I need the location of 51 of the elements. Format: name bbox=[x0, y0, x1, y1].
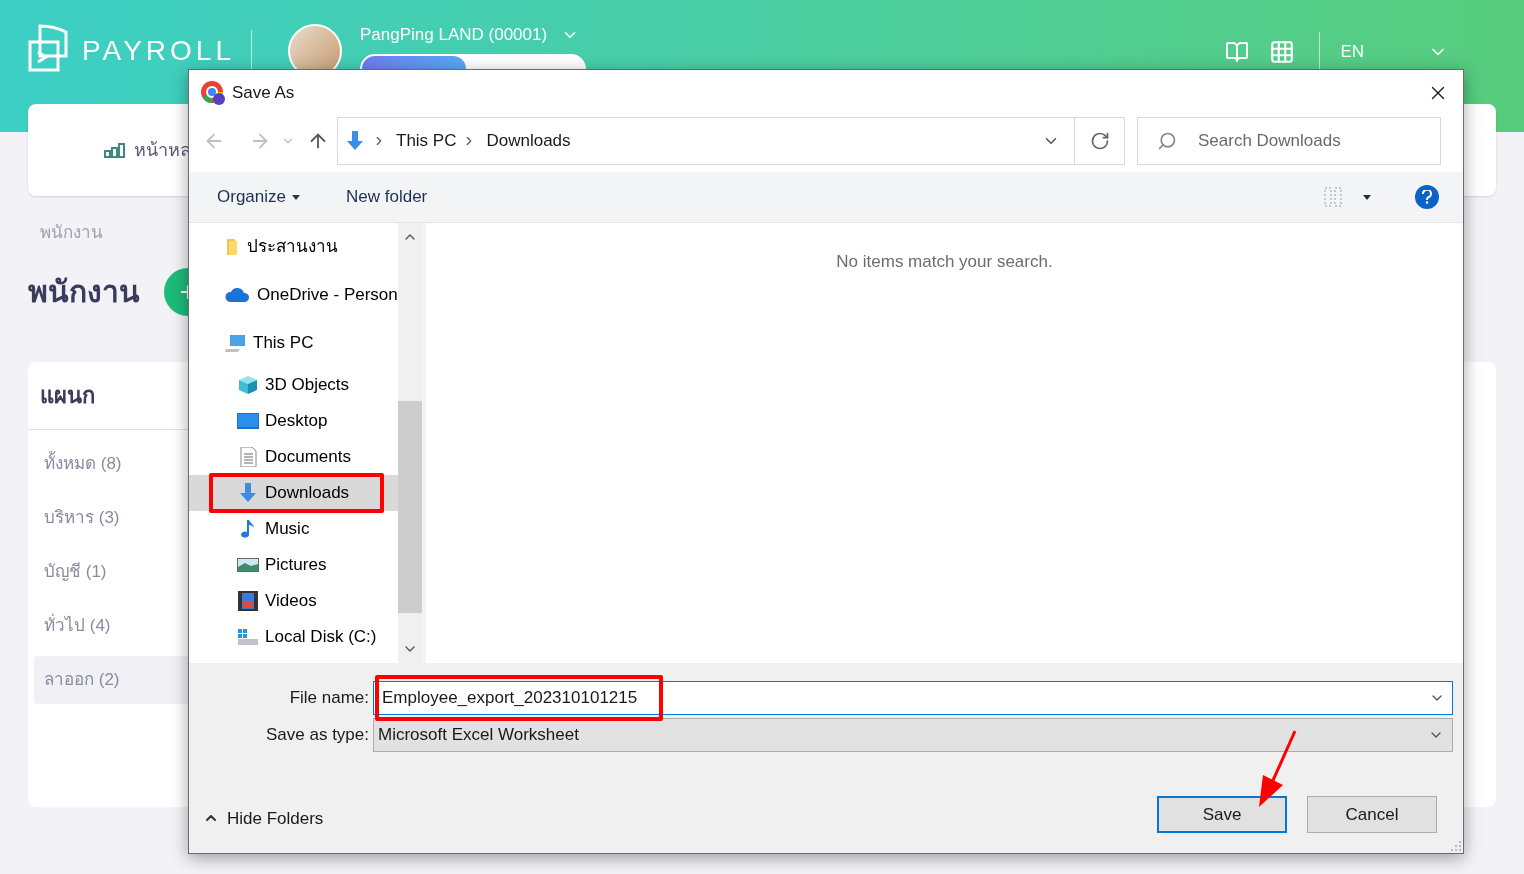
chrome-icon bbox=[200, 80, 226, 106]
breadcrumb-item[interactable]: Downloads bbox=[486, 128, 571, 154]
caret-icon bbox=[292, 194, 300, 200]
folder-tree-item[interactable]: Videos bbox=[189, 583, 398, 619]
save-button[interactable]: Save bbox=[1157, 796, 1287, 833]
page-title: พนักงาน bbox=[28, 274, 140, 310]
folder-tree-item[interactable]: Pictures bbox=[189, 547, 398, 583]
disk-drive-icon bbox=[237, 627, 259, 647]
folder-tree-item[interactable]: Downloads bbox=[189, 475, 398, 511]
cancel-button[interactable]: Cancel bbox=[1307, 796, 1437, 833]
desktop-icon bbox=[237, 411, 259, 431]
document-icon bbox=[237, 447, 259, 467]
picture-icon bbox=[237, 555, 259, 575]
cloud-icon bbox=[225, 287, 251, 303]
caret-icon[interactable] bbox=[1363, 194, 1371, 200]
bar-chart-icon bbox=[104, 142, 126, 158]
breadcrumb-item[interactable]: This PC bbox=[396, 128, 457, 154]
empty-message: No items match your search. bbox=[836, 251, 1053, 273]
search-icon bbox=[1157, 131, 1177, 151]
folder-tree-item[interactable]: Documents bbox=[189, 439, 398, 475]
address-bar[interactable]: This PC Downloads bbox=[337, 117, 1075, 165]
computer-icon bbox=[225, 333, 247, 353]
view-options-icon[interactable] bbox=[1323, 186, 1345, 208]
folder-tree-item[interactable]: Music bbox=[189, 511, 398, 547]
download-arrow-icon bbox=[237, 483, 259, 503]
toolbar-button[interactable]: Organize bbox=[217, 184, 300, 210]
folder-tree-item[interactable]: 3D Objects bbox=[189, 367, 398, 403]
download-arrow-icon bbox=[344, 131, 366, 151]
toolbar-button[interactable]: New folder bbox=[346, 184, 428, 210]
help-book-icon[interactable] bbox=[1225, 40, 1250, 64]
folder-tree-item[interactable]: OneDrive - Person bbox=[189, 271, 398, 319]
help-icon[interactable] bbox=[1415, 185, 1439, 209]
logo-icon bbox=[28, 24, 68, 74]
hide-folders-button[interactable]: Hide Folders bbox=[203, 805, 324, 831]
resize-grip-icon[interactable] bbox=[1451, 841, 1461, 851]
refresh-icon bbox=[1089, 131, 1110, 151]
file-name-field[interactable]: Employee_export_202310101215 bbox=[373, 681, 1453, 715]
cube-icon bbox=[237, 375, 259, 395]
field-label: Save as type: bbox=[265, 724, 370, 747]
logo-text: PAYROLL bbox=[82, 34, 235, 68]
window-title: Save As bbox=[232, 82, 295, 105]
folder-tree-item[interactable]: ประสานงาน bbox=[189, 223, 398, 271]
field-label: File name: bbox=[288, 687, 370, 710]
apps-grid-icon[interactable] bbox=[1269, 39, 1296, 65]
breadcrumb: พนักงาน bbox=[40, 222, 103, 244]
film-icon bbox=[237, 591, 259, 611]
folder-tree-item[interactable]: Local Disk (C:) bbox=[189, 619, 398, 655]
file-type-dropdown[interactable]: Microsoft Excel Worksheet bbox=[373, 718, 1453, 752]
search-field[interactable]: Search Downloads bbox=[1137, 117, 1441, 165]
refresh-button[interactable] bbox=[1075, 117, 1125, 165]
scrollbar-thumb[interactable] bbox=[398, 401, 422, 613]
